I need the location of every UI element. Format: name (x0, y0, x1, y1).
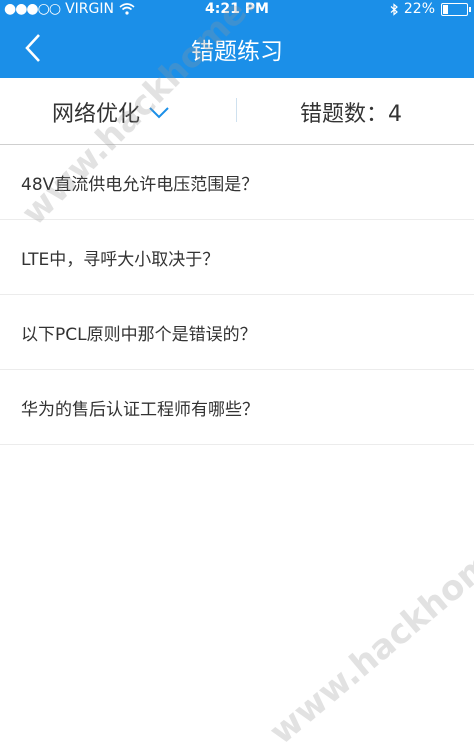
bluetooth-icon (390, 2, 398, 16)
filter-bar: 网络优化 错题数：4 (0, 78, 474, 145)
question-item[interactable]: 华为的售后认证工程师有哪些？ (0, 370, 474, 445)
battery-level-fill (443, 4, 448, 14)
question-text: 以下PCL原则中那个是错误的？ (21, 324, 257, 345)
question-item[interactable]: 以下PCL原则中那个是错误的？ (0, 295, 474, 370)
mistake-count: 错题数：4 (300, 102, 402, 127)
watermark: www.hackhome.com (262, 469, 474, 753)
status-right: 22% (390, 1, 471, 17)
battery-icon (441, 2, 471, 16)
question-text: 华为的售后认证工程师有哪些？ (21, 399, 259, 420)
filter-divider (236, 98, 237, 122)
question-text: LTE中，寻呼大小取决于？ (21, 249, 220, 270)
question-item[interactable]: LTE中，寻呼大小取决于？ (0, 220, 474, 295)
battery-percent: 22% (403, 1, 435, 17)
